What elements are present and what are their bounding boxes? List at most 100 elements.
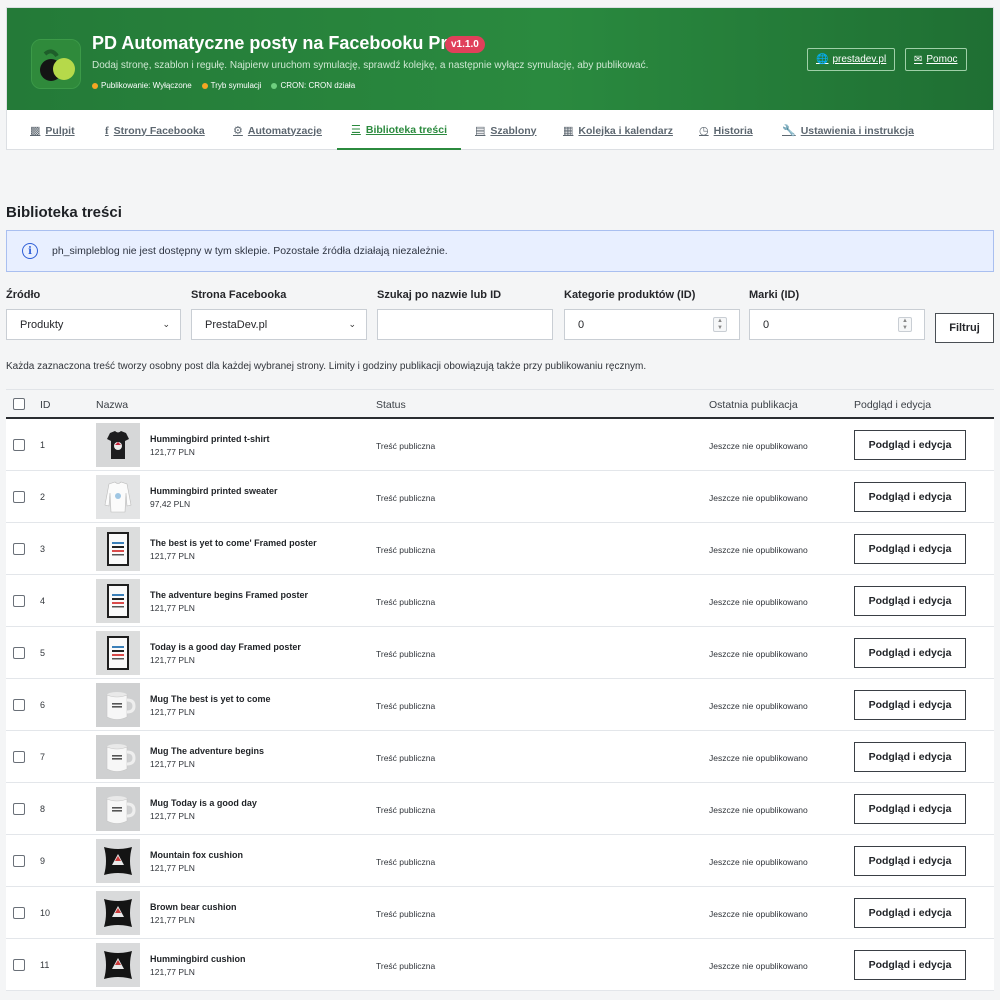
status-publishing: Publikowanie: Wyłączone [92, 81, 192, 90]
facebook-icon: f [105, 124, 109, 137]
product-thumbnail [96, 475, 140, 519]
source-select-value: Produkty [20, 318, 64, 331]
tab-history[interactable]: ◷ Historia [699, 111, 753, 150]
product-price: 121,77 PLN [150, 655, 195, 665]
row-checkbox[interactable] [13, 855, 25, 867]
tab-templates[interactable]: ▤ Szablony [475, 111, 537, 150]
search-input[interactable] [377, 309, 553, 340]
source-select[interactable]: Produkty ⌄ [6, 309, 181, 340]
facebook-page-select[interactable]: PrestaDev.pl ⌄ [191, 309, 367, 340]
categories-input[interactable]: 0 ▲ ▼ [564, 309, 740, 340]
number-spinner-icon[interactable]: ▲ ▼ [898, 317, 912, 332]
row-id: 9 [40, 856, 46, 866]
product-name: Brown bear cushion [150, 902, 237, 912]
product-name: The adventure begins Framed poster [150, 590, 309, 600]
source-label: Źródło [6, 289, 41, 301]
table-row: 8 Mug Today is a good day 121,77 PLN Treść … [6, 783, 994, 835]
row-checkbox[interactable] [13, 439, 25, 451]
row-checkbox[interactable] [13, 491, 25, 503]
file-icon: ▤ [475, 125, 486, 137]
number-spinner-icon[interactable]: ▲ ▼ [713, 317, 727, 332]
product-name: Mug Today is a good day [150, 798, 257, 808]
help-button[interactable]: ✉ Pomoc [905, 48, 967, 71]
product-thumbnail [96, 579, 140, 623]
app-logo [31, 39, 81, 89]
row-id: 8 [40, 804, 46, 814]
alert-text: ph_simpleblog nie jest dostępny w tym sk… [52, 245, 448, 257]
status-cron: CRON: CRON działa [271, 81, 355, 90]
tab-content-library[interactable]: ☰ Biblioteka treści [337, 111, 461, 150]
preview-edit-button[interactable]: Podgląd i edycja [854, 586, 966, 616]
header-name: Nazwa [96, 399, 129, 411]
app-title: PD Automatyczne posty na Facebooku Pro [92, 33, 459, 53]
content-status: Treść publiczna [376, 701, 436, 711]
tab-facebook-pages[interactable]: f Strony Facebooka [105, 111, 205, 150]
preview-edit-button[interactable]: Podgląd i edycja [854, 794, 966, 824]
brands-input[interactable]: 0 ▲ ▼ [749, 309, 925, 340]
row-checkbox[interactable] [13, 907, 25, 919]
globe-icon: 🌐 [816, 54, 829, 65]
preview-edit-button[interactable]: Podgląd i edycja [854, 638, 966, 668]
row-checkbox[interactable] [13, 803, 25, 815]
clock-icon: ◷ [699, 125, 709, 137]
product-name: Today is a good day Framed poster [150, 642, 301, 652]
header-id: ID [40, 399, 51, 411]
content-status: Treść publiczna [376, 753, 436, 763]
table-row: 9 Mountain fox cushion 121,77 PLN Treść pub… [6, 835, 994, 887]
product-price: 121,77 PLN [150, 967, 195, 977]
content-status: Treść publiczna [376, 857, 436, 867]
product-name: The best is yet to come' Framed poster [150, 538, 317, 548]
product-price: 121,77 PLN [150, 551, 195, 561]
product-name: Mountain fox cushion [150, 850, 243, 860]
product-thumbnail [96, 891, 140, 935]
product-thumbnail [96, 423, 140, 467]
last-publication: Jeszcze nie opublikowano [709, 493, 808, 503]
version-badge: v1.1.0 [445, 36, 485, 53]
tab-automations[interactable]: ⚙ Automatyzacje [233, 111, 322, 150]
product-name: Mug The adventure begins [150, 746, 265, 756]
row-checkbox[interactable] [13, 751, 25, 763]
preview-edit-button[interactable]: Podgląd i edycja [854, 950, 966, 980]
row-checkbox[interactable] [13, 647, 25, 659]
last-publication: Jeszcze nie opublikowano [709, 545, 808, 555]
product-price: 121,77 PLN [150, 811, 195, 821]
filter-button[interactable]: Filtruj [935, 313, 994, 343]
cogs-icon: ⚙ [233, 125, 243, 137]
app-header-card: PD Automatyczne posty na Facebooku Pro v… [6, 7, 994, 150]
row-checkbox[interactable] [13, 959, 25, 971]
last-publication: Jeszcze nie opublikowano [709, 597, 808, 607]
table-row: 3 The best is yet to come' Framed poster 1… [6, 523, 994, 575]
product-price: 121,77 PLN [150, 707, 195, 717]
product-price: 121,77 PLN [150, 603, 195, 613]
product-thumbnail [96, 631, 140, 675]
row-checkbox[interactable] [13, 699, 25, 711]
last-publication: Jeszcze nie opublikowano [709, 961, 808, 971]
content-status: Treść publiczna [376, 545, 436, 555]
preview-edit-button[interactable]: Podgląd i edycja [854, 846, 966, 876]
page-title: Biblioteka treści [6, 204, 122, 221]
product-name: Hummingbird cushion [150, 954, 246, 964]
tab-pulpit[interactable]: ▩ Pulpit [30, 111, 75, 150]
preview-edit-button[interactable]: Podgląd i edycja [854, 898, 966, 928]
preview-edit-button[interactable]: Podgląd i edycja [854, 690, 966, 720]
preview-edit-button[interactable]: Podgląd i edycja [854, 534, 966, 564]
header-preview-edit: Podgląd i edycja [854, 399, 932, 411]
tab-settings[interactable]: 🔧 Ustawienia i instrukcja [782, 111, 914, 150]
preview-edit-button[interactable]: Podgląd i edycja [854, 430, 966, 460]
select-all-checkbox[interactable] [13, 398, 25, 410]
preview-edit-button[interactable]: Podgląd i edycja [854, 742, 966, 772]
tab-queue-calendar[interactable]: ▦ Kolejka i kalendarz [563, 111, 673, 150]
prestadev-link-button[interactable]: 🌐 prestadev.pl [807, 48, 896, 71]
preview-edit-button[interactable]: Podgląd i edycja [854, 482, 966, 512]
header-last-publication: Ostatnia publikacja [709, 399, 798, 411]
publishing-note: Każda zaznaczona treść tworzy osobny pos… [6, 361, 647, 372]
table-row: 7 Mug The adventure begins 121,77 PLN Treść… [6, 731, 994, 783]
product-name: Hummingbird printed t-shirt [150, 434, 270, 444]
row-checkbox[interactable] [13, 595, 25, 607]
row-id: 7 [40, 752, 46, 762]
product-thumbnail [96, 735, 140, 779]
status-row: Publikowanie: Wyłączone Tryb symulacji C… [92, 81, 355, 90]
table-row: 4 The adventure begins Framed poster 121,7… [6, 575, 994, 627]
row-checkbox[interactable] [13, 543, 25, 555]
chevron-down-icon: ⌄ [162, 319, 170, 329]
